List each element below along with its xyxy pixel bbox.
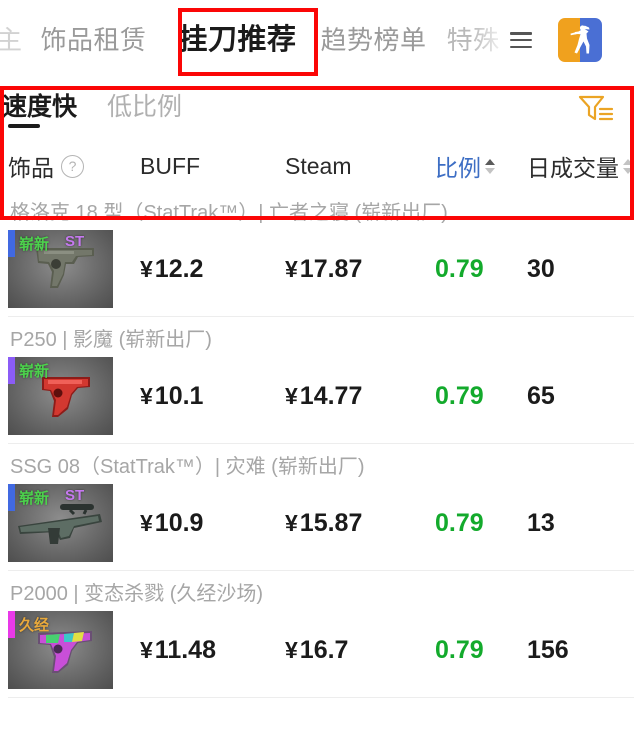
steam-price: ¥14.77 (285, 382, 435, 411)
steam-price-value: 16.7 (299, 635, 349, 664)
daily-volume-value: 13 (527, 508, 555, 537)
nav-item-knife-recommendation[interactable]: 挂刀推荐 (179, 25, 297, 55)
steam-price: ¥16.7 (285, 636, 435, 665)
currency-symbol: ¥ (140, 636, 153, 663)
currency-symbol: ¥ (140, 255, 153, 282)
table-row[interactable]: P2000 | 变态杀戮 (久经沙场) 久经 ¥11.48 ¥16.7 0.79… (8, 571, 634, 698)
steam-price-value: 14.77 (299, 381, 363, 410)
nav-item-trend-ranking[interactable]: 趋势榜单 (321, 27, 427, 53)
daily-volume-value: 156 (527, 635, 569, 664)
top-navigation-bar: 主 饰品租赁 挂刀推荐 趋势榜单 特殊 (0, 0, 634, 80)
steam-price: ¥15.87 (285, 509, 435, 538)
wear-tag: 崭新 (19, 236, 50, 253)
ratio-value: 0.79 (435, 381, 484, 410)
column-header-item: 饰品 ? (8, 149, 140, 183)
funnel-filter-icon[interactable] (576, 92, 616, 128)
currency-symbol: ¥ (285, 382, 298, 409)
table-row[interactable]: SSG 08（StatTrak™）| 灾难 (崭新出厂) 崭新 ST ¥10.9… (8, 444, 634, 571)
steam-price-value: 17.87 (299, 254, 363, 283)
column-header-daily-volume-label: 日成交量 (527, 155, 619, 181)
filter-tab-fast-speed-label: 速度快 (2, 93, 78, 121)
currency-symbol: ¥ (140, 382, 153, 409)
buff-price-value: 11.48 (154, 635, 216, 664)
column-header-steam: Steam (285, 152, 352, 179)
help-question-icon[interactable]: ? (61, 154, 84, 178)
item-thumbnail[interactable]: 崭新 ST (8, 484, 113, 562)
item-thumbnail[interactable]: 崭新 (8, 357, 113, 435)
daily-volume-value: 65 (527, 381, 555, 410)
filter-tab-fast-speed[interactable]: 速度快 (2, 94, 77, 130)
nav-item-home[interactable]: 主 (0, 27, 23, 53)
table-column-headers: 饰品 ? BUFF Steam 比例 日成交量 (0, 142, 634, 190)
buff-price: ¥11.48 (140, 636, 285, 665)
buff-price: ¥12.2 (140, 255, 285, 284)
currency-symbol: ¥ (285, 636, 298, 663)
filter-tab-low-ratio[interactable]: 低比例 (107, 94, 182, 130)
nav-item-special[interactable]: 特殊 (447, 27, 500, 53)
stattrak-tag: ST (65, 233, 85, 250)
buff-price-value: 10.9 (154, 508, 204, 537)
nav-item-item-rental[interactable]: 饰品租赁 (41, 27, 147, 53)
item-name: P2000 | 变态杀戮 (久经沙场) (10, 583, 264, 605)
steam-price-value: 15.87 (299, 508, 363, 537)
buff-price-value: 10.1 (154, 381, 204, 410)
csgo-logo-icon[interactable] (557, 18, 602, 62)
item-thumbnail[interactable]: 崭新 ST (8, 230, 113, 308)
daily-volume-value: 30 (527, 254, 555, 283)
column-header-buff: BUFF (140, 152, 201, 179)
wear-tag: 崭新 (19, 363, 50, 380)
column-header-item-label: 饰品 (8, 155, 54, 181)
filter-tab-strip: 速度快 低比例 (0, 80, 634, 142)
steam-price: ¥17.87 (285, 255, 435, 284)
currency-symbol: ¥ (140, 509, 153, 536)
stattrak-tag: ST (65, 487, 85, 504)
buff-price: ¥10.9 (140, 509, 285, 538)
currency-symbol: ¥ (285, 255, 298, 282)
ratio-value: 0.79 (435, 254, 484, 283)
item-thumbnail[interactable]: 久经 (8, 611, 113, 689)
active-tab-underline (8, 124, 40, 129)
currency-symbol: ¥ (285, 509, 298, 536)
buff-price-value: 12.2 (154, 254, 204, 283)
item-name: SSG 08（StatTrak™）| 灾难 (崭新出厂) (10, 456, 365, 478)
wear-tag: 久经 (19, 617, 50, 634)
item-name: 格洛克 18 型（StatTrak™）| 亡者之寝 (崭新出厂) (10, 202, 448, 224)
ratio-value: 0.79 (435, 635, 484, 664)
sort-arrows-ratio-icon[interactable] (485, 158, 495, 174)
column-header-daily-volume[interactable]: 日成交量 (527, 149, 633, 183)
ratio-value: 0.79 (435, 508, 484, 537)
table-row[interactable]: 格洛克 18 型（StatTrak™）| 亡者之寝 (崭新出厂) 崭新 ST ¥… (8, 190, 634, 317)
item-name: P250 | 影魔 (崭新出厂) (10, 329, 212, 351)
wear-tag: 崭新 (19, 490, 50, 507)
sort-arrows-volume-icon[interactable] (623, 158, 633, 174)
column-header-ratio-label: 比例 (435, 155, 481, 181)
hamburger-menu-icon[interactable] (509, 32, 532, 48)
item-list: 格洛克 18 型（StatTrak™）| 亡者之寝 (崭新出厂) 崭新 ST ¥… (0, 190, 634, 698)
table-row[interactable]: P250 | 影魔 (崭新出厂) 崭新 ¥10.1 ¥14.77 0.79 65 (8, 317, 634, 444)
column-header-ratio[interactable]: 比例 (435, 149, 527, 183)
buff-price: ¥10.1 (140, 382, 285, 411)
